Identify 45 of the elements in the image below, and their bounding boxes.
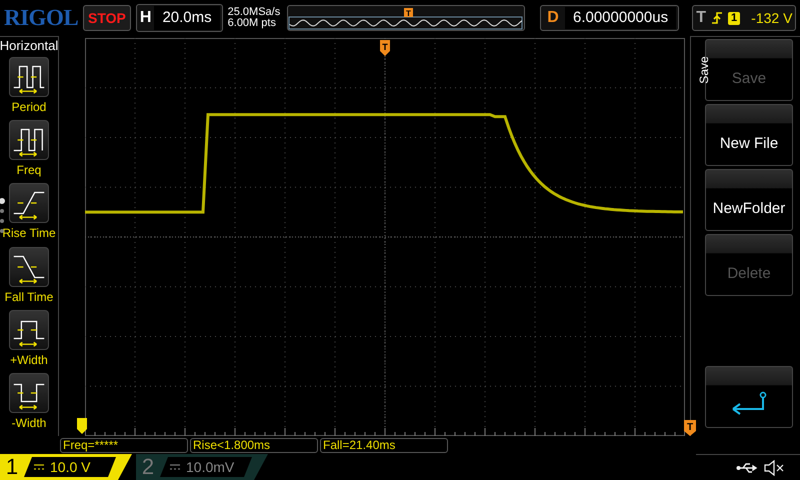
channel-ground-marker [77,418,87,434]
measure-button[interactable] [9,310,49,350]
delay-value: 6.00000000us [564,7,676,29]
vertical-scale: 10.0 V [50,459,90,475]
softkey-button[interactable]: NewFolder [705,169,793,231]
measure-button[interactable] [9,57,49,97]
measure-label: Fall Time [4,290,54,304]
run-stop-button[interactable]: STOP [83,5,131,31]
trigger-source-badge: 1 [728,12,740,24]
channel-tab[interactable]: 2 10.0mV [136,454,268,480]
usb-icon [736,462,758,474]
brand-logo: RIGOL [4,5,78,31]
trigger-label: T [696,9,706,27]
measure-button[interactable] [9,372,49,413]
measure-label: -Width [12,416,46,430]
softkey-button[interactable]: New File [705,104,793,166]
delay-label: D [547,9,559,27]
trigger-position-marker: T [380,40,390,56]
trigger-position-marker: T [404,8,414,18]
measure-label: Rise Time [2,226,56,240]
measurement-readout: Fall=21.40ms [320,438,448,452]
trigger-level-marker: T [684,420,696,436]
horizontal-label: H [140,9,152,27]
trigger-level: -132 V [751,10,792,26]
measurement-readout: Freq=***** [60,438,188,452]
measure-label: Period [12,100,46,114]
measure-button[interactable] [9,120,49,160]
channel-number: 1 [4,454,20,480]
dc-coupling-icon [34,464,44,470]
timebase-value: 20.0ms [154,6,220,30]
measure-button[interactable] [9,183,49,224]
speaker-muted-icon [764,460,786,476]
measure-button[interactable] [9,246,49,287]
back-button[interactable] [705,366,793,428]
menu-title: Horizontal [0,38,58,53]
measurement-readout: Rise<1.800ms [190,438,318,452]
measure-label: Freq [16,163,42,178]
channel-tab[interactable]: 1 10.0 V [0,454,132,480]
memory-depth: 6.00M pts [228,18,277,29]
channel-number: 2 [140,454,156,480]
sample-rate: 25.0MSa/s [228,7,280,18]
dc-coupling-icon [170,464,180,470]
measure-label: +Width [10,352,48,367]
vertical-scale: 10.0mV [186,459,234,475]
rising-edge-icon [711,11,724,25]
